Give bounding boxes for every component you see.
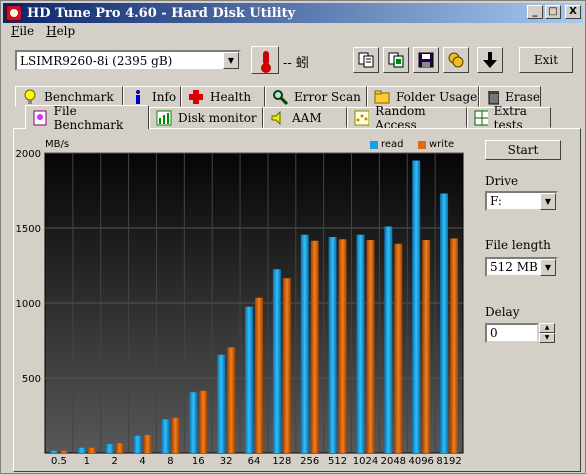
- trash-icon: [488, 90, 500, 104]
- tab-label: Health: [210, 89, 252, 104]
- maximize-button[interactable]: □: [545, 5, 561, 19]
- coins-icon: [448, 52, 464, 68]
- menu-help[interactable]: Help: [46, 24, 75, 42]
- tab-extra-tests[interactable]: Extra tests: [467, 104, 551, 132]
- tab-random-access[interactable]: Random Access: [347, 104, 467, 132]
- options-button[interactable]: [443, 47, 469, 73]
- legend-write: write: [418, 139, 454, 150]
- floppy-disk-icon: [418, 52, 434, 68]
- start-button[interactable]: Start: [485, 140, 561, 160]
- tab-row-bottom: File Benchmark Disk monitor AAM Random A…: [25, 103, 551, 132]
- legend-label-write: write: [429, 139, 455, 150]
- folder-icon: [374, 90, 390, 103]
- copy-image-icon: [388, 52, 404, 68]
- minimize-button[interactable]: _: [527, 5, 543, 19]
- tab-label: Erase: [505, 89, 540, 104]
- bar-chart-icon: [156, 110, 172, 125]
- exit-button[interactable]: Exit: [519, 47, 573, 73]
- tab-label: Error Scan: [294, 89, 361, 104]
- tab-label: AAM: [292, 110, 322, 125]
- info-icon: [136, 89, 140, 104]
- legend-swatch-write: [418, 140, 426, 149]
- tab-label: Benchmark: [44, 89, 114, 104]
- spin-down-button[interactable]: ▼: [539, 333, 555, 343]
- spin-up-button[interactable]: ▲: [539, 323, 555, 333]
- legend-label-read: read: [381, 139, 404, 150]
- thermometer-icon: [261, 51, 271, 73]
- cross-icon: [189, 89, 203, 104]
- lightbulb-icon: [24, 89, 36, 104]
- file-length-value: 512 MB: [490, 260, 538, 274]
- tab-error-scan[interactable]: Error Scan: [265, 86, 367, 107]
- save-button[interactable]: [413, 47, 439, 73]
- y-axis-unit: MB/s: [45, 139, 70, 150]
- app-logo-icon: [6, 5, 22, 21]
- tab-health[interactable]: Health: [181, 86, 265, 107]
- menu-bar: File Help: [5, 24, 75, 42]
- title-bar[interactable]: HD Tune Pro 4.60 - Hard Disk Utility _ □…: [3, 3, 583, 23]
- delay-label: Delay: [485, 305, 520, 319]
- tab-file-benchmark[interactable]: File Benchmark: [25, 103, 149, 132]
- tab-disk-monitor[interactable]: Disk monitor: [149, 107, 263, 128]
- drive-combo-value: F:: [490, 194, 502, 208]
- drive-select[interactable]: LSIMR9260-8i (2395 gB) ▼: [15, 50, 241, 71]
- app-window: HD Tune Pro 4.60 - Hard Disk Utility _ □…: [0, 0, 586, 474]
- toolbar: LSIMR9260-8i (2395 gB) ▼ -- 蚓 Exit: [3, 44, 583, 78]
- temperature-button[interactable]: [251, 46, 279, 74]
- menu-file[interactable]: File: [11, 24, 34, 42]
- delay-input[interactable]: 0: [485, 323, 539, 343]
- copy-text-button[interactable]: [353, 47, 379, 73]
- download-button[interactable]: [477, 47, 503, 73]
- delay-value: 0: [490, 326, 498, 340]
- copy-icon: [358, 52, 374, 68]
- copy-screenshot-button[interactable]: [383, 47, 409, 73]
- file-length-label: File length: [485, 238, 551, 252]
- tab-label: Folder Usage: [396, 89, 478, 104]
- chevron-down-icon[interactable]: ▼: [540, 259, 556, 276]
- chevron-down-icon[interactable]: ▼: [223, 52, 239, 69]
- tab-label: File Benchmark: [53, 103, 124, 132]
- window-title: HD Tune Pro 4.60 - Hard Disk Utility: [27, 5, 296, 21]
- legend-read: read: [370, 139, 404, 150]
- drive-label: Drive: [485, 174, 519, 188]
- tab-label: Info: [152, 89, 177, 104]
- tab-label: Disk monitor: [178, 110, 257, 125]
- arrow-down-icon: [483, 52, 497, 68]
- grid-chart-icon: [474, 110, 488, 125]
- magnifier-icon: [273, 89, 288, 105]
- file-length-combo[interactable]: 512 MB ▼: [485, 257, 558, 277]
- scatter-icon: [354, 110, 370, 125]
- temperature-readout: -- 蚓: [283, 56, 309, 71]
- file-lightbulb-icon: [33, 110, 47, 125]
- drive-select-value: LSIMR9260-8i (2395 gB): [20, 54, 173, 68]
- speaker-icon: [271, 110, 281, 125]
- close-button[interactable]: X: [565, 5, 581, 19]
- drive-combo[interactable]: F: ▼: [485, 191, 558, 211]
- tab-aam[interactable]: AAM: [263, 107, 347, 128]
- legend-swatch-read: [370, 140, 378, 149]
- chevron-down-icon[interactable]: ▼: [540, 193, 556, 210]
